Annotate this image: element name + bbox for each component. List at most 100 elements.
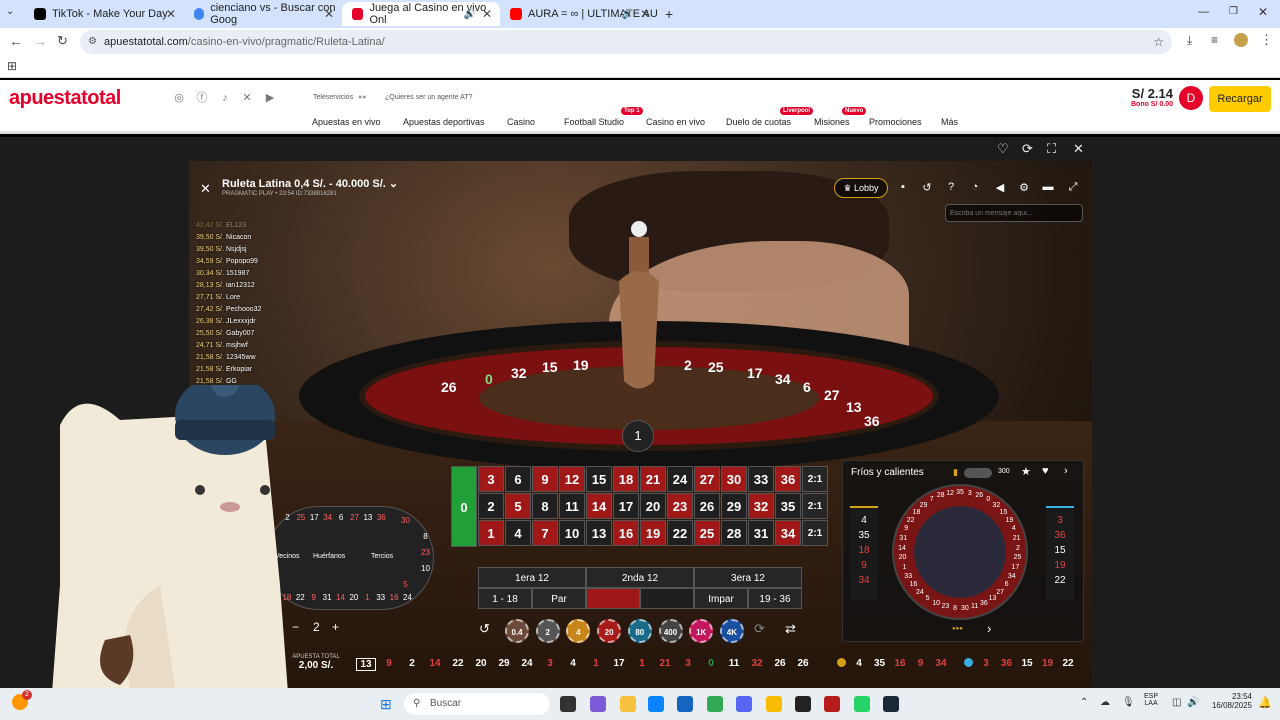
new-tab-icon[interactable]: +: [665, 6, 673, 22]
tab-casino[interactable]: Juega al Casino en vivo Onl 🔊 ✕: [342, 2, 500, 26]
chip-80[interactable]: 80: [627, 619, 652, 643]
tray-chevron-icon[interactable]: ⌃: [1080, 697, 1088, 708]
bet-zero[interactable]: 0: [451, 466, 477, 547]
bet-number-10[interactable]: 10: [559, 520, 585, 546]
minimize-icon[interactable]: —: [1198, 6, 1209, 18]
close-game-icon[interactable]: ✕: [1073, 141, 1084, 157]
chrome-active-icon[interactable]: [766, 696, 782, 712]
decrease-button[interactable]: −: [292, 620, 299, 634]
tercios-bet[interactable]: Tercios: [371, 553, 393, 560]
chip-400[interactable]: 400: [658, 619, 683, 643]
bet-number-36[interactable]: 36: [775, 466, 801, 492]
apps-grid-icon[interactable]: ⊞: [7, 59, 17, 73]
double-icon[interactable]: ⇄: [785, 621, 796, 637]
discord-icon[interactable]: [736, 696, 752, 712]
wifi-icon[interactable]: ◫: [1172, 697, 1181, 708]
history-icon[interactable]: ↺: [920, 181, 934, 194]
user-avatar[interactable]: D: [1179, 86, 1203, 110]
file-explorer-icon[interactable]: [620, 696, 636, 712]
bet-outside[interactable]: [640, 588, 694, 609]
favorite-icon[interactable]: ♡: [997, 141, 1009, 157]
kebab-menu-icon[interactable]: ⋮: [1260, 32, 1273, 48]
race-number[interactable]: 8: [418, 529, 433, 544]
bet-number-3[interactable]: 3: [478, 466, 504, 492]
taskbar-search[interactable]: ⚲ Buscar: [404, 693, 550, 715]
expand-icon[interactable]: ⤢: [1066, 181, 1080, 194]
menu-casino-en-vivo[interactable]: Casino en vivo: [646, 117, 705, 127]
race-number[interactable]: 5: [398, 577, 413, 592]
speaker-icon[interactable]: 🔊: [622, 9, 634, 20]
back-icon[interactable]: ←: [9, 33, 23, 49]
bet-number-6[interactable]: 6: [505, 466, 531, 492]
tab-google[interactable]: cienciano vs - Buscar con Goog ✕: [184, 2, 342, 26]
bet-number-26[interactable]: 26: [694, 493, 720, 519]
bet-number-20[interactable]: 20: [640, 493, 666, 519]
close-icon[interactable]: ✕: [200, 181, 211, 197]
bet-number-7[interactable]: 7: [532, 520, 558, 546]
bet-number-8[interactable]: 8: [532, 493, 558, 519]
agent-link[interactable]: ¿Quieres ser un agente AT?: [385, 94, 472, 101]
refresh-game-icon[interactable]: ⟳: [1022, 141, 1033, 157]
race-number[interactable]: 10: [418, 561, 433, 576]
menu-duelo-de-cuotas[interactable]: Duelo de cuotas: [726, 117, 791, 127]
chip-4K[interactable]: 4K: [719, 619, 744, 643]
chat-icon[interactable]: ▪: [896, 181, 910, 193]
tiktok-icon[interactable]: ♪: [219, 92, 231, 104]
toggle-icon[interactable]: ●●: [358, 94, 366, 101]
bet-dozen[interactable]: 2nda 12: [586, 567, 694, 588]
bet-outside[interactable]: Par: [532, 588, 586, 609]
close-window-icon[interactable]: ✕: [1258, 5, 1268, 19]
chevron-right-icon[interactable]: ›: [1064, 465, 1068, 477]
help-icon[interactable]: ?: [944, 181, 958, 193]
notification-bell-icon[interactable]: 🔔: [1258, 696, 1272, 709]
task-view-icon[interactable]: [560, 696, 576, 712]
star-icon[interactable]: ★: [1021, 465, 1031, 478]
bet-column[interactable]: 2:1: [802, 493, 828, 519]
taskbar-clock[interactable]: 23:54 16/08/2025: [1210, 692, 1252, 710]
download-icon[interactable]: ⤓: [1187, 33, 1192, 48]
heart-icon[interactable]: ♥: [1042, 465, 1049, 477]
page-dots[interactable]: ●●●: [952, 626, 963, 632]
bet-outside[interactable]: 19 - 36: [748, 588, 802, 609]
chip-1K[interactable]: 1K: [689, 619, 714, 643]
menu-casino[interactable]: Casino: [507, 117, 535, 127]
tab-search-icon[interactable]: ⌄: [6, 6, 14, 17]
bet-outside[interactable]: [586, 588, 640, 609]
bet-number-34[interactable]: 34: [775, 520, 801, 546]
copilot-icon[interactable]: [590, 696, 606, 712]
whatsapp-icon[interactable]: [854, 696, 870, 712]
bet-number-15[interactable]: 15: [586, 466, 612, 492]
bet-number-19[interactable]: 19: [640, 520, 666, 546]
apuestatotal-logo[interactable]: apuestatotal: [9, 87, 121, 110]
volume-icon[interactable]: 🔊: [1187, 697, 1199, 708]
bet-number-17[interactable]: 17: [613, 493, 639, 519]
edge-icon[interactable]: [648, 696, 664, 712]
repeat-icon[interactable]: ⟳: [754, 621, 765, 637]
menu-promociones[interactable]: Promociones: [869, 117, 922, 127]
race-number[interactable]: 36: [374, 510, 389, 525]
race-number[interactable]: 23: [418, 545, 433, 560]
reload-icon[interactable]: ↻: [57, 33, 68, 49]
bet-number-16[interactable]: 16: [613, 520, 639, 546]
chip-0.4[interactable]: 0.4: [505, 619, 529, 643]
increase-button[interactable]: +: [332, 620, 339, 634]
bet-number-28[interactable]: 28: [721, 520, 747, 546]
bookmark-star-icon[interactable]: ☆: [1153, 30, 1164, 54]
chip-20[interactable]: 20: [597, 619, 622, 643]
x-icon[interactable]: ✕: [241, 92, 253, 104]
close-icon[interactable]: ✕: [640, 7, 650, 21]
tab-tiktok[interactable]: TikTok - Make Your Day ✕: [24, 2, 184, 26]
valorant-icon[interactable]: [824, 696, 840, 712]
bet-number-14[interactable]: 14: [586, 493, 612, 519]
bet-column[interactable]: 2:1: [802, 466, 828, 492]
menu-mas[interactable]: Más: [941, 117, 958, 127]
undo-icon[interactable]: ↺: [479, 621, 490, 637]
bet-number-13[interactable]: 13: [586, 520, 612, 546]
bar-chart-icon[interactable]: ▮: [953, 467, 958, 478]
stats-icon[interactable]: ◔: [968, 181, 982, 193]
bet-number-22[interactable]: 22: [667, 520, 693, 546]
language-indicator[interactable]: ESP LAA: [1144, 693, 1158, 707]
bet-number-4[interactable]: 4: [505, 520, 531, 546]
bet-number-25[interactable]: 25: [694, 520, 720, 546]
bet-number-11[interactable]: 11: [559, 493, 585, 519]
